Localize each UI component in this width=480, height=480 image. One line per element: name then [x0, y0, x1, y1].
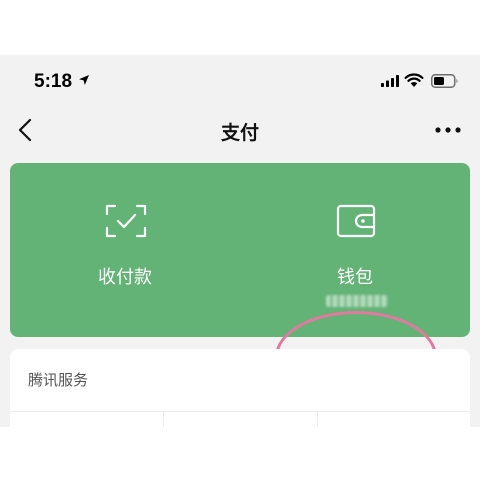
more-options-icon[interactable]: [434, 125, 462, 135]
wallet-icon: [336, 204, 376, 238]
status-bar: 5:18: [0, 55, 480, 105]
cellular-signal-icon: [381, 75, 399, 87]
receive-pay-button[interactable]: 收付款: [10, 163, 240, 337]
wallet-balance-blurred: [326, 295, 388, 307]
receive-pay-label: 收付款: [98, 267, 152, 288]
service-tile[interactable]: [164, 412, 317, 427]
battery-icon: [431, 74, 458, 88]
payment-card: 收付款 钱包: [10, 163, 470, 403]
tencent-services-card: 腾讯服务: [10, 349, 470, 427]
service-tile[interactable]: [318, 412, 471, 427]
location-arrow-icon: [79, 75, 89, 85]
nav-bar: 支付: [0, 107, 480, 153]
status-time: 5:18: [34, 71, 73, 92]
service-tile[interactable]: [10, 412, 163, 427]
wallet-label: 钱包: [337, 267, 373, 288]
wifi-icon: [404, 73, 424, 87]
scan-qr-icon: [105, 204, 147, 238]
services-section-title: 腾讯服务: [28, 371, 89, 389]
phone-screen: 5:18 支付 收付款 钱包 腾讯服务: [0, 55, 480, 427]
page-title: 支付: [220, 122, 259, 144]
services-grid: [10, 411, 470, 427]
